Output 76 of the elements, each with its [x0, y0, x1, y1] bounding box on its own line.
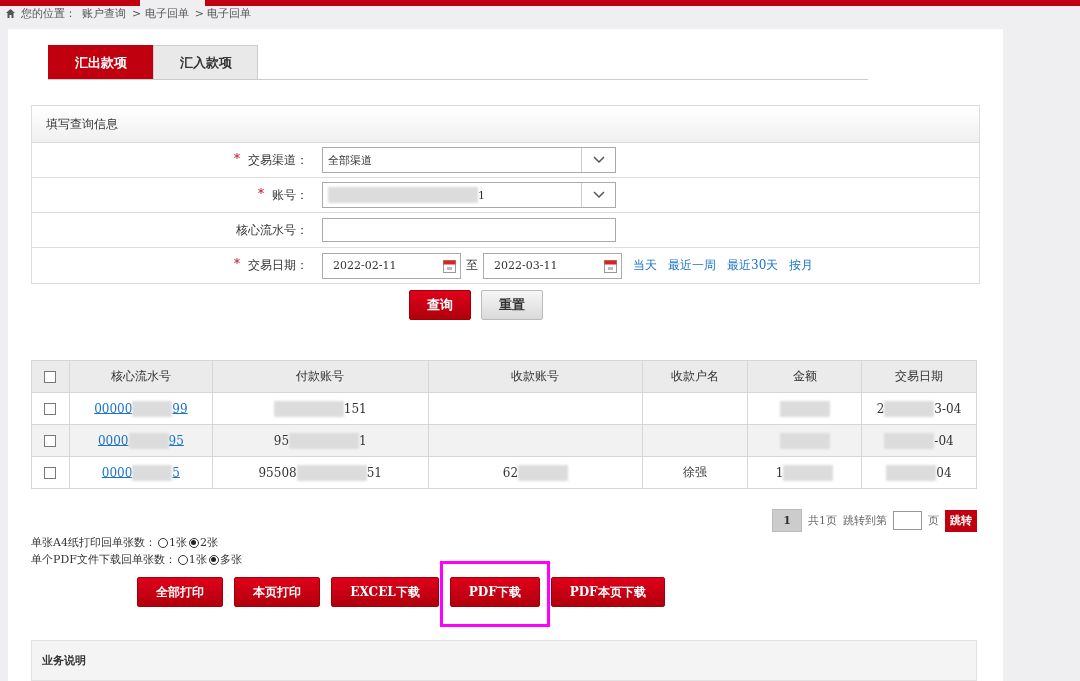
column-header: 交易日期 [861, 360, 977, 393]
select-field[interactable]: 1 [322, 182, 616, 208]
column-header: 核心流水号 [69, 360, 213, 393]
field-label: 核心流水号： [236, 221, 308, 239]
page-unit: 页 [928, 513, 939, 528]
column-header: 金额 [747, 360, 862, 393]
info-title: 业务说明 [42, 654, 86, 667]
cell-text: -04 [934, 433, 954, 447]
cell-text: 62 [502, 465, 519, 479]
cell-text: 2 [876, 401, 885, 415]
cell-text: 徐强 [683, 465, 708, 479]
date-shortcut-link[interactable]: 最近一周 [668, 257, 716, 274]
calendar-icon[interactable] [443, 258, 456, 273]
breadcrumb-label: 您的位置： [21, 6, 76, 21]
input-field[interactable] [322, 218, 616, 242]
action-button[interactable]: PDF本页下载 [550, 577, 665, 607]
cell-text: 51 [366, 465, 382, 479]
cell-text: 04 [936, 465, 952, 479]
required-mark: * [234, 151, 240, 168]
calendar-icon[interactable] [604, 258, 617, 273]
transaction-link[interactable]: 0000 [101, 465, 133, 479]
action-button[interactable]: EXCEL下载 [331, 577, 439, 607]
checkbox[interactable] [44, 403, 57, 415]
breadcrumb-item: 账户查询 [82, 6, 126, 21]
date-shortcut-link[interactable]: 最近30天 [727, 257, 779, 274]
date-shortcut-link[interactable]: 按月 [789, 257, 814, 274]
range-separator: 至 [466, 257, 478, 274]
transaction-link[interactable]: 00000 [94, 401, 133, 415]
required-mark: * [258, 186, 264, 203]
tab[interactable]: 汇出款项 [48, 45, 153, 79]
jump-button[interactable]: 跳转 [945, 509, 977, 532]
cell-text: 95 [273, 433, 290, 447]
jump-label: 跳转到第 [843, 513, 887, 528]
field-label: 交易日期： [248, 257, 308, 274]
page-number[interactable]: 1 [772, 509, 802, 532]
required-mark: * [234, 257, 240, 273]
transaction-link[interactable]: 5 [172, 465, 180, 479]
breadcrumb-item: > 电子回单 [194, 6, 252, 21]
checkbox[interactable] [44, 467, 57, 479]
radio-label: 2张 [199, 535, 218, 550]
cell-text: 151 [343, 401, 367, 415]
cell-text: 1 [359, 433, 367, 447]
checkbox[interactable] [44, 371, 57, 383]
transaction-link[interactable]: 95 [168, 433, 184, 447]
option-label: 单张A4纸打印回单张数： [31, 535, 156, 550]
field-label: 交易渠道： [248, 151, 308, 169]
page-input[interactable] [893, 511, 922, 530]
option-label: 单个PDF文件下载回单张数： [31, 552, 176, 567]
query-button[interactable]: 查询 [408, 290, 471, 320]
column-header: 付款账号 [212, 360, 429, 393]
chevron-down-icon [592, 191, 605, 199]
cell-text: 95508 [258, 465, 297, 479]
cell-text: 3-04 [934, 401, 962, 415]
transaction-link[interactable]: 99 [172, 401, 188, 415]
tab[interactable]: 汇入款项 [153, 45, 258, 79]
cell-text: 1 [775, 465, 784, 479]
action-button[interactable]: PDF下载 [449, 577, 540, 607]
radio-label: 1张 [168, 535, 187, 550]
home-icon[interactable] [6, 9, 15, 18]
column-header: 收款户名 [642, 360, 748, 393]
column-header: 收款账号 [428, 360, 643, 393]
date-field[interactable]: 2022-03-11 [483, 252, 622, 279]
transaction-link[interactable]: 0000 [97, 433, 129, 447]
breadcrumb-item: > 电子回单 [132, 6, 189, 21]
reset-button[interactable]: 重置 [480, 290, 543, 320]
action-button[interactable]: 本页打印 [234, 577, 321, 607]
date-shortcut-link[interactable]: 当天 [633, 257, 657, 274]
radio-label: 多张 [219, 552, 242, 567]
select-field[interactable]: 全部渠道 [322, 147, 616, 173]
chevron-down-icon [592, 156, 605, 164]
radio-label: 1张 [188, 552, 207, 567]
action-button[interactable]: 全部打印 [137, 577, 224, 607]
field-label: 账号： [272, 186, 308, 204]
date-field[interactable]: 2022-02-11 [322, 252, 461, 279]
checkbox[interactable] [44, 435, 57, 447]
page-total: 共1页 [808, 513, 837, 528]
